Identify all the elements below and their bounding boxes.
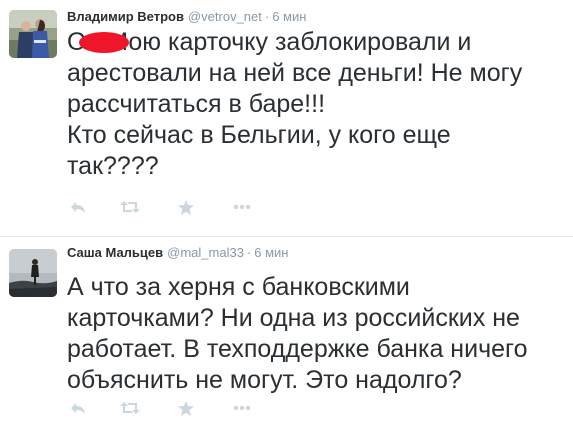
avatar[interactable] [9,10,57,58]
tweet-text: О ! Мою карточку заблокировали и арестов… [67,28,523,180]
avatar-photo [9,10,57,58]
more-icon[interactable] [231,398,253,418]
retweet-icon[interactable] [119,398,141,418]
tweet-header: Саша Мальцев @mal_mal33 · 6 мин [67,245,289,261]
tweet-time[interactable]: 6 мин [254,245,288,260]
tweet-time[interactable]: 6 мин [272,9,306,24]
tweet-header: Владимир Ветров @vetrov_net · 6 мин [67,9,306,25]
separator-dot: · [264,9,270,24]
more-icon[interactable] [231,197,253,217]
favorite-icon[interactable] [175,197,197,217]
separator-dot: · [246,245,252,260]
tweet-text: А что за херня с банковскими карточками?… [67,273,528,394]
tweet[interactable]: Саша Мальцев @mal_mal33 · 6 мин А что за хе… [0,237,573,426]
avatar-photo [9,249,57,297]
avatar[interactable] [9,249,57,297]
reply-icon[interactable] [67,197,89,217]
redaction-mark [79,32,129,53]
author-username[interactable]: @vetrov_net [188,9,262,24]
author-name[interactable]: Владимир Ветров [67,9,184,24]
author-username[interactable]: @mal_mal33 [167,245,244,260]
reply-icon[interactable] [67,398,89,418]
author-name[interactable]: Саша Мальцев [67,245,163,260]
retweet-icon[interactable] [119,197,141,217]
tweet[interactable]: Владимир Ветров @vetrov_net·6 мин О ! Мою… [0,0,573,237]
favorite-icon[interactable] [175,398,197,418]
